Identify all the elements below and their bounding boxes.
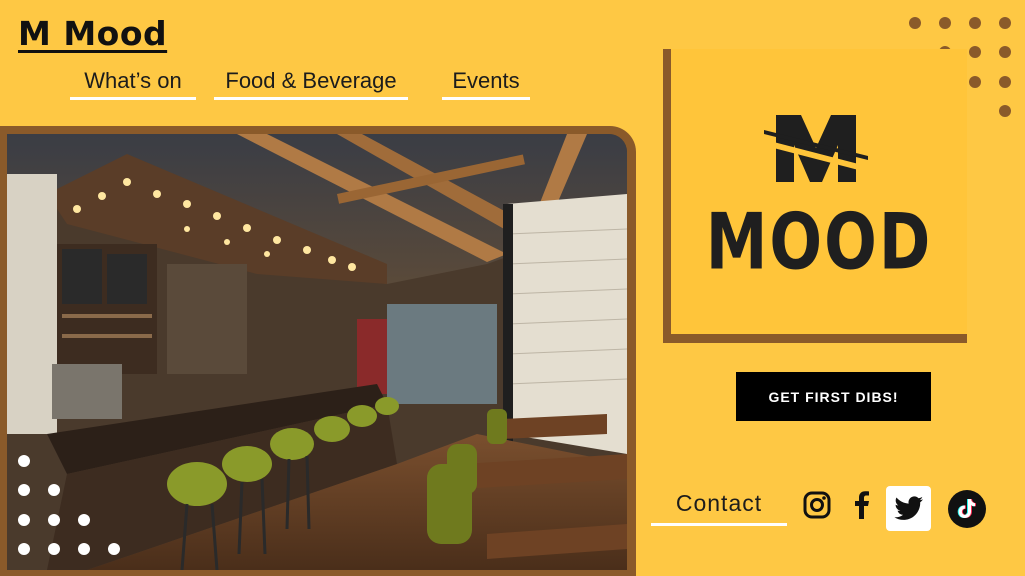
logo-wordmark: MOOD [705, 196, 933, 288]
nav-item-food-beverage[interactable]: Food & Beverage [214, 66, 408, 100]
contact-link[interactable]: Contact [651, 490, 787, 526]
logo-box [671, 49, 967, 334]
tiktok-icon[interactable] [948, 490, 986, 528]
restaurant-photo [7, 134, 627, 570]
instagram-icon[interactable] [802, 490, 832, 520]
facebook-icon[interactable] [850, 490, 874, 520]
logo-monogram-icon [756, 110, 876, 190]
nav-item-events[interactable]: Events [442, 66, 530, 100]
get-first-dibs-button[interactable]: GET FIRST DIBS! [736, 372, 931, 421]
nav-item-whats-on[interactable]: What’s on [70, 66, 196, 100]
twitter-icon[interactable] [886, 486, 931, 531]
brand-title[interactable]: M Mood [18, 14, 167, 53]
